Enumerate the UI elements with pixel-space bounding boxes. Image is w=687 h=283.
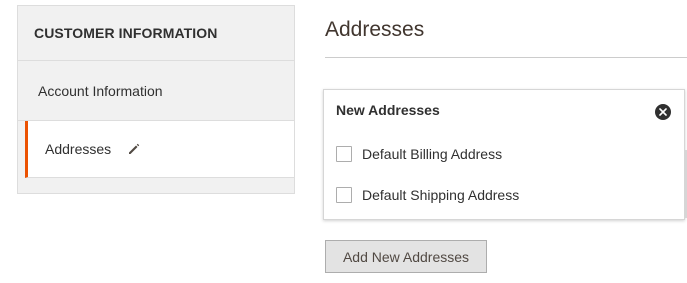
- sidebar-title: CUSTOMER INFORMATION: [18, 6, 294, 61]
- pencil-icon: [127, 142, 141, 156]
- sidebar-item-label: Account Information: [38, 82, 163, 99]
- page-title: Addresses: [325, 18, 425, 41]
- default-shipping-checkbox[interactable]: [336, 187, 352, 203]
- close-icon[interactable]: [655, 104, 671, 120]
- new-addresses-panel: New Addresses Default Billing Address De…: [323, 89, 685, 220]
- panel-header: New Addresses: [336, 102, 440, 118]
- default-shipping-label: Default Shipping Address: [362, 187, 520, 203]
- default-billing-address-option[interactable]: Default Billing Address: [336, 146, 502, 162]
- customer-info-sidebar: CUSTOMER INFORMATION Account Information…: [17, 5, 295, 194]
- add-new-addresses-button[interactable]: Add New Addresses: [325, 240, 487, 273]
- sidebar-item-account-information[interactable]: Account Information: [18, 61, 294, 121]
- sidebar-item-label: Addresses: [45, 141, 112, 157]
- sidebar-item-addresses[interactable]: Addresses: [25, 121, 294, 178]
- default-billing-checkbox[interactable]: [336, 146, 352, 162]
- title-divider: [325, 57, 687, 58]
- default-shipping-address-option[interactable]: Default Shipping Address: [336, 187, 519, 203]
- default-billing-label: Default Billing Address: [362, 146, 503, 162]
